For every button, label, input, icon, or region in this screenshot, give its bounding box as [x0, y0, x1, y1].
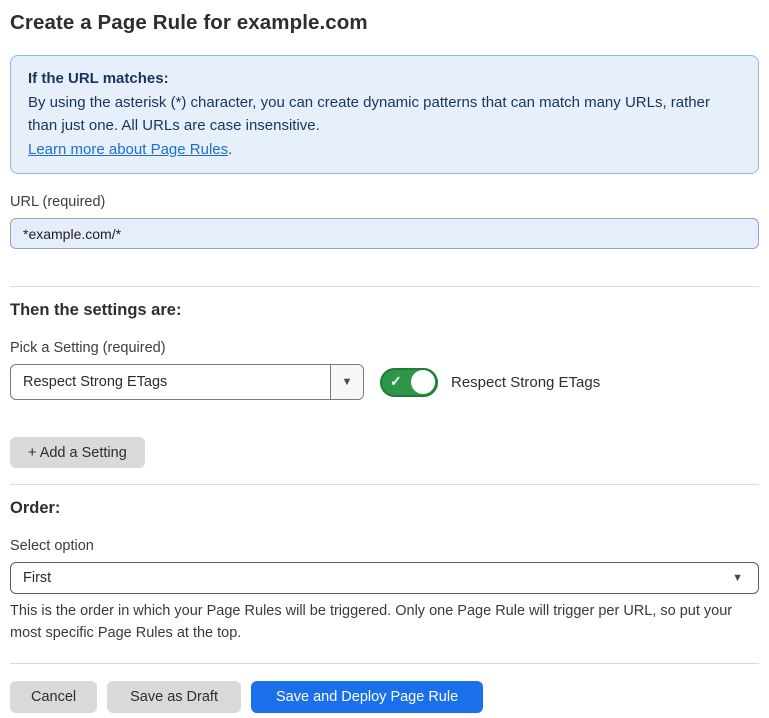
link-suffix: . [228, 141, 232, 158]
toggle-knob [411, 370, 435, 394]
setting-row: Respect Strong ETags ▼ ✓ Respect Strong … [10, 364, 759, 400]
info-box-body: By using the asterisk (*) character, you… [28, 91, 741, 138]
setting-select-value: Respect Strong ETags [11, 365, 330, 399]
setting-toggle-label: Respect Strong ETags [451, 374, 600, 391]
chevron-down-icon: ▼ [342, 377, 353, 388]
setting-toggle[interactable]: ✓ [380, 368, 438, 397]
setting-select-arrow-button[interactable]: ▼ [330, 365, 363, 399]
chevron-down-icon: ▼ [732, 573, 743, 584]
add-setting-button[interactable]: + Add a Setting [10, 437, 145, 468]
url-match-info-box: If the URL matches: By using the asteris… [10, 55, 759, 174]
learn-more-link[interactable]: Learn more about Page Rules [28, 141, 228, 158]
save-as-draft-button[interactable]: Save as Draft [107, 681, 241, 713]
page-container: Create a Page Rule for example.com If th… [0, 11, 769, 713]
info-box-link-line: Learn more about Page Rules. [28, 138, 741, 162]
page-title: Create a Page Rule for example.com [10, 11, 759, 35]
order-select-arrow: ▼ [732, 563, 758, 593]
divider [10, 663, 759, 664]
check-icon: ✓ [390, 373, 402, 390]
order-select-value: First [11, 563, 732, 593]
save-and-deploy-button[interactable]: Save and Deploy Page Rule [251, 681, 483, 713]
url-input[interactable] [10, 218, 759, 249]
order-help-text: This is the order in which your Page Rul… [10, 600, 759, 644]
setting-picker-label: Pick a Setting (required) [10, 340, 759, 356]
info-box-heading: If the URL matches: [28, 67, 741, 91]
order-section-heading: Order: [10, 499, 759, 518]
settings-section-heading: Then the settings are: [10, 301, 759, 320]
setting-select[interactable]: Respect Strong ETags ▼ [10, 364, 364, 400]
divider [10, 286, 759, 287]
actions-row: Cancel Save as Draft Save and Deploy Pag… [10, 681, 759, 713]
url-field-label: URL (required) [10, 194, 759, 210]
order-select[interactable]: First ▼ [10, 562, 759, 594]
order-select-label: Select option [10, 538, 759, 554]
cancel-button[interactable]: Cancel [10, 681, 97, 713]
divider [10, 484, 759, 485]
